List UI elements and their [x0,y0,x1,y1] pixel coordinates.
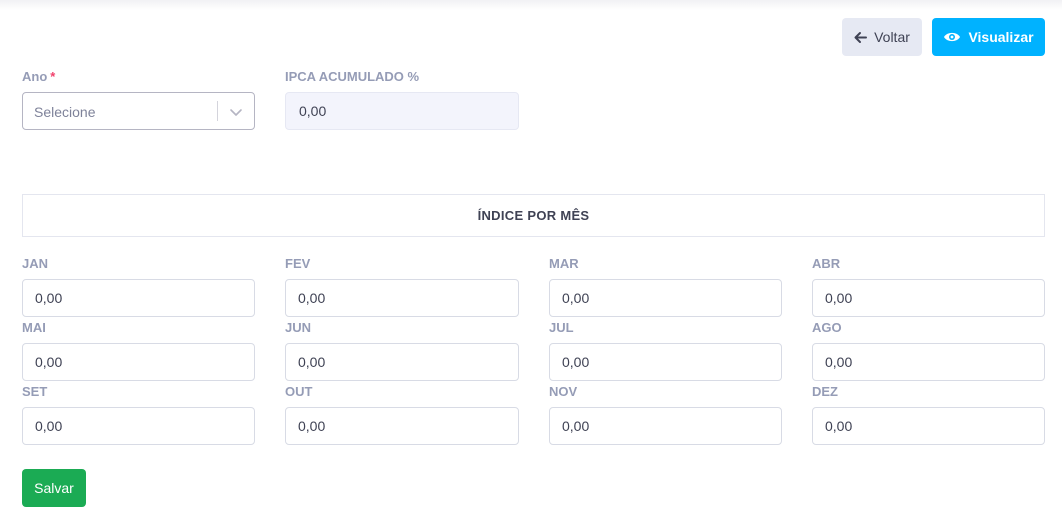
month-field-jun[interactable]: 0,00 [285,343,519,381]
month-label-dez: DEZ [812,384,838,399]
month-field-mar[interactable]: 0,00 [549,279,782,317]
arrow-left-icon [854,31,868,43]
ipca-field: 0,00 [285,92,519,130]
eye-icon [944,32,961,42]
month-field-dez[interactable]: 0,00 [812,407,1045,445]
view-button-label: Visualizar [968,29,1034,45]
month-field-ago[interactable]: 0,00 [812,343,1045,381]
month-field-out[interactable]: 0,00 [285,407,519,445]
month-field-mai[interactable]: 0,00 [22,343,255,381]
month-label-ago: AGO [812,320,842,335]
view-button[interactable]: Visualizar [932,18,1045,56]
month-field-jul[interactable]: 0,00 [549,343,782,381]
month-label-nov: NOV [549,384,578,399]
select-separator [217,101,218,121]
month-label-mai: MAI [22,320,46,335]
back-button[interactable]: Voltar [842,18,922,56]
month-field-fev[interactable]: 0,00 [285,279,519,317]
month-label-jun: JUN [285,320,312,335]
month-label-set: SET [22,384,48,399]
month-field-abr[interactable]: 0,00 [812,279,1045,317]
save-button[interactable]: Salvar [22,469,86,507]
month-field-nov[interactable]: 0,00 [549,407,782,445]
ano-label-text: Ano [22,69,48,84]
ano-select[interactable]: Selecione [22,92,255,130]
month-label-mar: MAR [549,256,579,271]
month-field-jan[interactable]: 0,00 [22,279,255,317]
back-button-label: Voltar [874,29,910,45]
month-label-out: OUT [285,384,313,399]
ipca-label: IPCA ACUMULADO % [285,69,420,84]
month-label-fev: FEV [285,256,311,271]
section-header: ÍNDICE POR MÊS [22,194,1045,237]
month-label-jan: JAN [22,256,49,271]
section-title: ÍNDICE POR MÊS [477,208,590,223]
ano-select-placeholder: Selecione [34,104,96,120]
save-button-label: Salvar [34,480,74,496]
month-label-abr: ABR [812,256,841,271]
month-label-jul: JUL [549,320,574,335]
month-field-set[interactable]: 0,00 [22,407,255,445]
required-mark: * [50,69,56,84]
chevron-down-icon[interactable] [227,103,245,121]
ano-label: Ano * [22,69,55,84]
top-shadow [0,0,1062,10]
